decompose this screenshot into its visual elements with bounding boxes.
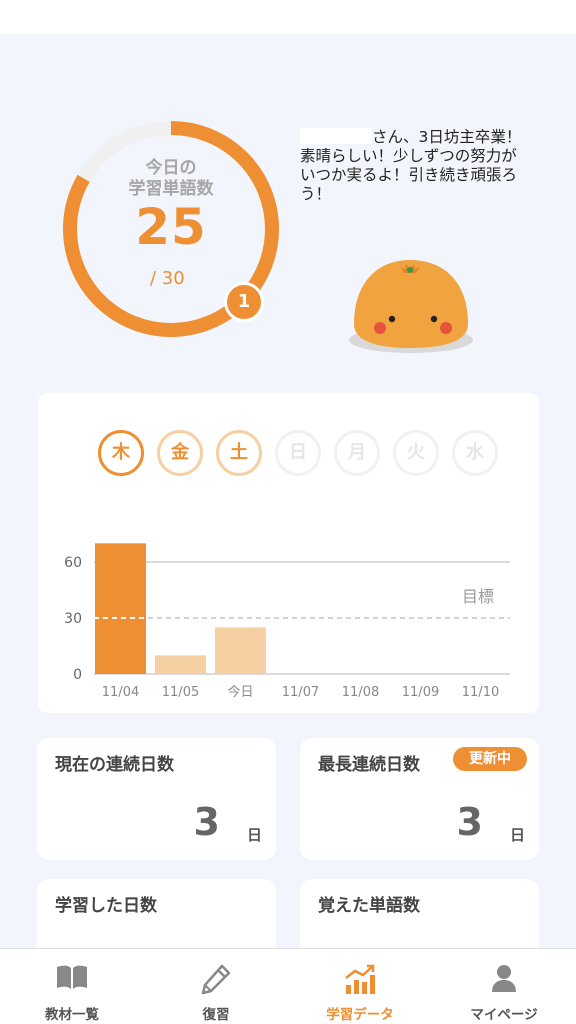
longest-streak-unit: 日 <box>509 826 525 844</box>
y-tick-label-2: 60 <box>64 555 82 571</box>
x-tick-label-2: 今日 <box>227 684 253 700</box>
words-learned-title: 覚えた単語数 <box>318 896 420 916</box>
weekly-bar-chart: 0 30 60 目標 11/04 11/05 今日 11/07 11/08 11/09 11/10 <box>64 543 510 700</box>
user-name-placeholder <box>300 128 372 144</box>
current-streak-card: 現在の連続日数 3 日 <box>37 738 276 860</box>
tab-my-page-label: マイページ <box>470 1007 538 1023</box>
tab-my-page[interactable]: マイページ <box>432 949 576 1024</box>
progress-label: 今日の 学習単語数 <box>60 158 282 200</box>
progress-goal: / 30 <box>150 268 185 289</box>
x-tick-label-1: 11/05 <box>162 685 199 700</box>
mascot-speech: さん、3日坊主卒業！素晴らしい！少しずつの努力がいつか実るよ！引き続き頑張ろう！ <box>300 128 530 204</box>
x-tick-label-3: 11/07 <box>282 685 319 700</box>
tab-learning-data-label: 学習データ <box>326 1007 394 1023</box>
orange-mascot-icon <box>349 260 473 353</box>
person-icon <box>492 965 516 992</box>
bottom-tab-bar: 教材一覧 復習 学習データ マイページ <box>0 948 576 1024</box>
goal-label: 目標 <box>462 587 494 606</box>
pencil-icon <box>201 964 231 995</box>
weekly-chart-card: 木金土日月火水 0 30 60 目標 11/04 11/05 今日 11/07 11/08 11/… <box>38 393 539 713</box>
book-icon <box>57 965 87 989</box>
tab-review-label: 復習 <box>202 1007 230 1023</box>
tab-materials[interactable]: 教材一覧 <box>0 949 144 1024</box>
days-studied-title: 学習した日数 <box>55 896 157 916</box>
longest-streak-card: 最長連続日数 更新中 3 日 <box>300 738 539 860</box>
bar-0 <box>95 543 146 674</box>
tab-learning-data[interactable]: 学習データ <box>288 949 432 1024</box>
x-tick-label-4: 11/08 <box>342 685 379 700</box>
current-streak-value: 3 <box>193 800 220 844</box>
tab-review[interactable]: 復習 <box>144 949 288 1024</box>
tab-materials-label: 教材一覧 <box>45 1007 99 1023</box>
daily-progress-ring: 今日の 学習単語数 25 / 30 1 <box>60 118 282 340</box>
chart-icon <box>345 964 375 994</box>
longest-streak-value: 3 <box>456 800 483 844</box>
current-streak-unit: 日 <box>246 826 262 844</box>
progress-label-line1: 今日の <box>145 158 197 178</box>
progress-label-line2: 学習単語数 <box>128 179 214 199</box>
updating-badge: 更新中 <box>453 747 527 771</box>
progress-badge: 1 <box>224 282 264 322</box>
current-streak-title: 現在の連続日数 <box>55 755 174 775</box>
bar-1 <box>155 655 206 674</box>
days-studied-card: 学習した日数 <box>37 879 276 959</box>
x-tick-label-5: 11/09 <box>402 685 439 700</box>
y-tick-label-1: 30 <box>64 611 82 627</box>
x-tick-label-6: 11/10 <box>462 685 499 700</box>
progress-value: 25 <box>135 198 207 256</box>
longest-streak-title: 最長連続日数 <box>318 755 420 775</box>
x-tick-label-0: 11/04 <box>102 685 139 700</box>
words-learned-card: 覚えた単語数 <box>300 879 539 959</box>
bar-2 <box>215 627 266 674</box>
y-tick-label-0: 0 <box>73 667 82 683</box>
status-bar <box>0 0 576 34</box>
